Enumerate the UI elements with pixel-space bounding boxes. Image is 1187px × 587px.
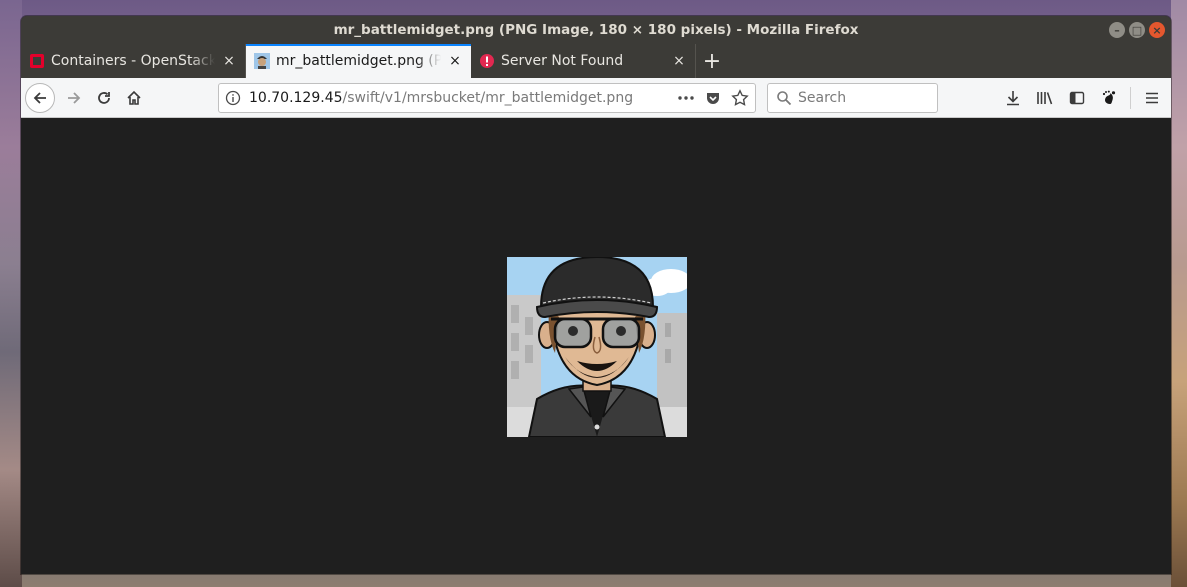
tab-label: Containers - OpenStack Dashboard <box>51 53 215 69</box>
hamburger-menu-icon <box>1146 92 1158 104</box>
desktop-background-left <box>0 0 22 587</box>
home-icon <box>127 90 141 105</box>
sidebar-icon <box>1069 91 1085 105</box>
url-text[interactable]: 10.70.129.45/swift/v1/mrsbucket/mr_battl… <box>249 90 677 106</box>
tab-close-icon[interactable]: × <box>447 53 463 69</box>
toolbar-right <box>1000 83 1165 113</box>
page-content <box>21 118 1171 574</box>
desktop-background-right <box>1171 0 1187 587</box>
search-bar[interactable] <box>767 83 938 113</box>
window-title: mr_battlemidget.png (PNG Image, 180 × 18… <box>333 22 859 38</box>
tab-label: mr_battlemidget.png (PNG Image, 180 × 18… <box>276 53 441 69</box>
tab-bar: Containers - OpenStack Dashboard × mr_ba… <box>21 44 1171 78</box>
back-arrow-icon <box>33 91 46 104</box>
info-icon[interactable] <box>225 90 241 106</box>
error-icon <box>479 53 495 69</box>
download-icon <box>1007 91 1019 106</box>
tab-label: Server Not Found <box>501 53 624 69</box>
home-button[interactable] <box>119 83 149 113</box>
search-icon <box>777 91 792 106</box>
gnome-icon <box>1102 90 1116 104</box>
page-actions <box>677 89 749 107</box>
reload-icon <box>98 91 110 104</box>
reload-button[interactable] <box>89 83 119 113</box>
tab-containers-openstack[interactable]: Containers - OpenStack Dashboard × <box>21 44 246 78</box>
extension-button[interactable] <box>1096 83 1122 113</box>
minimize-button[interactable]: – <box>1109 22 1125 38</box>
search-input[interactable] <box>798 90 928 106</box>
avatar-illustration <box>507 257 687 437</box>
library-icon <box>1037 92 1053 105</box>
library-button[interactable] <box>1032 83 1058 113</box>
title-bar[interactable]: mr_battlemidget.png (PNG Image, 180 × 18… <box>21 16 1171 44</box>
tab-close-icon[interactable]: × <box>671 53 687 69</box>
tab-server-not-found[interactable]: Server Not Found × <box>471 44 696 78</box>
url-path: /swift/v1/mrsbucket/mr_battlemidget.png <box>342 90 634 106</box>
sidebar-button[interactable] <box>1064 83 1090 113</box>
firefox-window: mr_battlemidget.png (PNG Image, 180 × 18… <box>21 16 1171 574</box>
toolbar-separator <box>1130 87 1131 109</box>
more-icon[interactable] <box>677 90 695 106</box>
new-tab-button[interactable]: + <box>696 44 728 78</box>
forward-button[interactable] <box>59 83 89 113</box>
maximize-button[interactable]: □ <box>1129 22 1145 38</box>
back-button[interactable] <box>25 82 55 113</box>
navigation-toolbar: 10.70.129.45/swift/v1/mrsbucket/mr_battl… <box>21 78 1171 118</box>
forward-arrow-icon <box>68 91 81 104</box>
downloads-button[interactable] <box>1000 83 1026 113</box>
window-controls: – □ × <box>1109 22 1165 38</box>
avatar-thumbnail-icon <box>254 53 270 69</box>
tab-close-icon[interactable]: × <box>221 53 237 69</box>
url-host: 10.70.129.45 <box>249 90 343 106</box>
openstack-icon <box>29 53 45 69</box>
tab-mr-battlemidget[interactable]: mr_battlemidget.png (PNG Image, 180 × 18… <box>246 44 471 78</box>
menu-button[interactable] <box>1139 83 1165 113</box>
star-icon[interactable] <box>731 89 749 107</box>
pocket-icon[interactable] <box>705 90 721 106</box>
url-bar[interactable]: 10.70.129.45/swift/v1/mrsbucket/mr_battl… <box>218 83 756 113</box>
close-window-button[interactable]: × <box>1149 22 1165 38</box>
displayed-image[interactable] <box>507 257 687 437</box>
